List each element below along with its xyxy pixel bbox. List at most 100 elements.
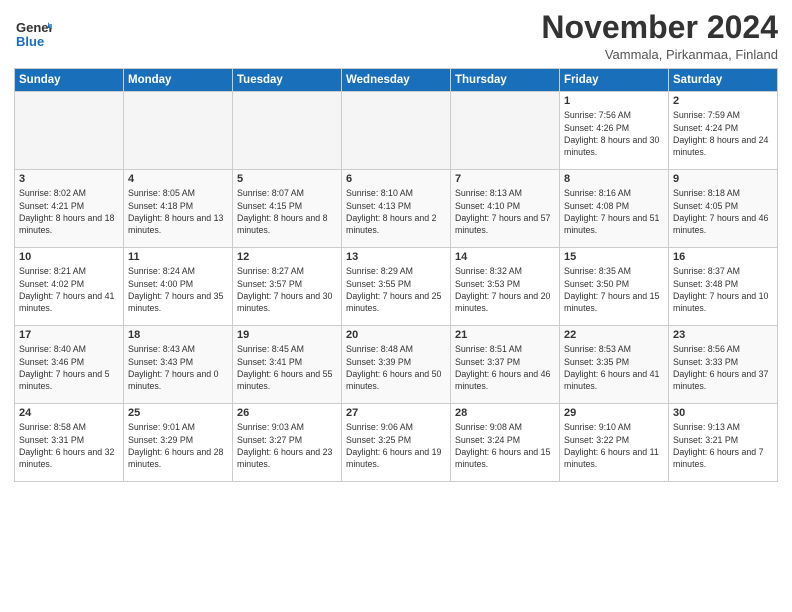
day-info: Sunrise: 8:43 AM Sunset: 3:43 PM Dayligh…	[128, 343, 228, 392]
calendar-cell	[342, 92, 451, 170]
day-info: Sunrise: 8:45 AM Sunset: 3:41 PM Dayligh…	[237, 343, 337, 392]
day-number: 26	[237, 407, 337, 419]
title-block: November 2024 Vammala, Pirkanmaa, Finlan…	[541, 10, 778, 62]
logo: General Blue	[14, 14, 52, 57]
calendar-cell: 29 Sunrise: 9:10 AM Sunset: 3:22 PM Dayli…	[560, 404, 669, 482]
calendar-table: Sunday Monday Tuesday Wednesday Thursday…	[14, 68, 778, 482]
day-number: 25	[128, 407, 228, 419]
calendar-cell: 16Sunrise: 8:37 AM Sunset: 3:48 PM Dayli…	[669, 248, 778, 326]
day-info: Sunrise: 8:48 AM Sunset: 3:39 PM Dayligh…	[346, 343, 446, 392]
day-number: 20	[346, 329, 446, 341]
calendar-cell: 19 Sunrise: 8:45 AM Sunset: 3:41 PM Dayli…	[233, 326, 342, 404]
header-saturday: Saturday	[669, 69, 778, 92]
day-info: Sunrise: 9:10 AM Sunset: 3:22 PM Dayligh…	[564, 421, 664, 470]
day-info: Sunrise: 8:02 AM Sunset: 4:21 PM Dayligh…	[19, 187, 119, 236]
header-monday: Monday	[124, 69, 233, 92]
logo-icon: General Blue	[14, 14, 52, 52]
calendar-cell: 30 Sunrise: 9:13 AM Sunset: 3:21 PM Dayli…	[669, 404, 778, 482]
day-number: 28	[455, 407, 555, 419]
calendar-cell: 9 Sunrise: 8:18 AM Sunset: 4:05 PM Daylig…	[669, 170, 778, 248]
calendar-week-2: 10 Sunrise: 8:21 AM Sunset: 4:02 PM Dayli…	[15, 248, 778, 326]
calendar-cell: 23 Sunrise: 8:56 AM Sunset: 3:33 PM Dayli…	[669, 326, 778, 404]
day-info: Sunrise: 8:24 AM Sunset: 4:00 PM Dayligh…	[128, 265, 228, 314]
day-number: 29	[564, 407, 664, 419]
day-info: Sunrise: 9:01 AM Sunset: 3:29 PM Dayligh…	[128, 421, 228, 470]
day-info: Sunrise: 8:53 AM Sunset: 3:35 PM Dayligh…	[564, 343, 664, 392]
month-title: November 2024	[541, 10, 778, 45]
calendar-cell: 7Sunrise: 8:13 AM Sunset: 4:10 PM Daylig…	[451, 170, 560, 248]
calendar-cell: 1Sunrise: 7:56 AM Sunset: 4:26 PM Daylig…	[560, 92, 669, 170]
calendar-cell: 17 Sunrise: 8:40 AM Sunset: 3:46 PM Dayli…	[15, 326, 124, 404]
day-info: Sunrise: 8:16 AM Sunset: 4:08 PM Dayligh…	[564, 187, 664, 236]
day-number: 9	[673, 173, 773, 185]
calendar-cell: 15 Sunrise: 8:35 AM Sunset: 3:50 PM Dayli…	[560, 248, 669, 326]
day-number: 2	[673, 95, 773, 107]
day-number: 18	[128, 329, 228, 341]
calendar-cell: 13 Sunrise: 8:29 AM Sunset: 3:55 PM Dayli…	[342, 248, 451, 326]
svg-text:General: General	[16, 20, 52, 35]
header-friday: Friday	[560, 69, 669, 92]
calendar-cell: 21 Sunrise: 8:51 AM Sunset: 3:37 PM Dayli…	[451, 326, 560, 404]
calendar-cell: 14Sunrise: 8:32 AM Sunset: 3:53 PM Dayli…	[451, 248, 560, 326]
day-number: 10	[19, 251, 119, 263]
day-number: 21	[455, 329, 555, 341]
day-info: Sunrise: 8:29 AM Sunset: 3:55 PM Dayligh…	[346, 265, 446, 314]
day-number: 5	[237, 173, 337, 185]
day-number: 15	[564, 251, 664, 263]
day-info: Sunrise: 8:27 AM Sunset: 3:57 PM Dayligh…	[237, 265, 337, 314]
calendar-cell: 20 Sunrise: 8:48 AM Sunset: 3:39 PM Dayli…	[342, 326, 451, 404]
calendar-cell: 6Sunrise: 8:10 AM Sunset: 4:13 PM Daylig…	[342, 170, 451, 248]
calendar-cell	[451, 92, 560, 170]
calendar-week-1: 3 Sunrise: 8:02 AM Sunset: 4:21 PM Daylig…	[15, 170, 778, 248]
day-info: Sunrise: 8:58 AM Sunset: 3:31 PM Dayligh…	[19, 421, 119, 470]
page: General Blue November 2024 Vammala, Pirk…	[0, 0, 792, 612]
calendar-week-3: 17 Sunrise: 8:40 AM Sunset: 3:46 PM Dayli…	[15, 326, 778, 404]
day-info: Sunrise: 8:07 AM Sunset: 4:15 PM Dayligh…	[237, 187, 337, 236]
day-info: Sunrise: 8:10 AM Sunset: 4:13 PM Dayligh…	[346, 187, 446, 236]
calendar-cell: 18 Sunrise: 8:43 AM Sunset: 3:43 PM Dayli…	[124, 326, 233, 404]
calendar-cell: 5 Sunrise: 8:07 AM Sunset: 4:15 PM Daylig…	[233, 170, 342, 248]
header-thursday: Thursday	[451, 69, 560, 92]
calendar-cell: 28 Sunrise: 9:08 AM Sunset: 3:24 PM Dayli…	[451, 404, 560, 482]
day-info: Sunrise: 8:37 AM Sunset: 3:48 PM Dayligh…	[673, 265, 773, 314]
calendar-cell: 8Sunrise: 8:16 AM Sunset: 4:08 PM Daylig…	[560, 170, 669, 248]
day-info: Sunrise: 8:21 AM Sunset: 4:02 PM Dayligh…	[19, 265, 119, 314]
day-number: 17	[19, 329, 119, 341]
calendar-header-row: Sunday Monday Tuesday Wednesday Thursday…	[15, 69, 778, 92]
day-number: 30	[673, 407, 773, 419]
day-info: Sunrise: 9:13 AM Sunset: 3:21 PM Dayligh…	[673, 421, 773, 470]
day-info: Sunrise: 8:35 AM Sunset: 3:50 PM Dayligh…	[564, 265, 664, 314]
day-number: 3	[19, 173, 119, 185]
day-info: Sunrise: 9:08 AM Sunset: 3:24 PM Dayligh…	[455, 421, 555, 470]
svg-text:Blue: Blue	[16, 34, 44, 49]
day-info: Sunrise: 8:56 AM Sunset: 3:33 PM Dayligh…	[673, 343, 773, 392]
calendar-week-0: 1Sunrise: 7:56 AM Sunset: 4:26 PM Daylig…	[15, 92, 778, 170]
day-info: Sunrise: 8:18 AM Sunset: 4:05 PM Dayligh…	[673, 187, 773, 236]
calendar-week-4: 24Sunrise: 8:58 AM Sunset: 3:31 PM Dayli…	[15, 404, 778, 482]
calendar-cell	[233, 92, 342, 170]
calendar-cell: 24Sunrise: 8:58 AM Sunset: 3:31 PM Dayli…	[15, 404, 124, 482]
day-info: Sunrise: 9:03 AM Sunset: 3:27 PM Dayligh…	[237, 421, 337, 470]
day-number: 13	[346, 251, 446, 263]
location: Vammala, Pirkanmaa, Finland	[541, 47, 778, 62]
calendar-cell	[15, 92, 124, 170]
calendar-cell	[124, 92, 233, 170]
day-number: 22	[564, 329, 664, 341]
header-sunday: Sunday	[15, 69, 124, 92]
day-info: Sunrise: 8:40 AM Sunset: 3:46 PM Dayligh…	[19, 343, 119, 392]
day-number: 27	[346, 407, 446, 419]
day-number: 11	[128, 251, 228, 263]
calendar-cell: 10 Sunrise: 8:21 AM Sunset: 4:02 PM Dayli…	[15, 248, 124, 326]
day-number: 1	[564, 95, 664, 107]
header-tuesday: Tuesday	[233, 69, 342, 92]
calendar-cell: 3 Sunrise: 8:02 AM Sunset: 4:21 PM Daylig…	[15, 170, 124, 248]
day-number: 19	[237, 329, 337, 341]
day-info: Sunrise: 8:13 AM Sunset: 4:10 PM Dayligh…	[455, 187, 555, 236]
day-number: 4	[128, 173, 228, 185]
day-number: 23	[673, 329, 773, 341]
calendar-cell: 2Sunrise: 7:59 AM Sunset: 4:24 PM Daylig…	[669, 92, 778, 170]
day-info: Sunrise: 9:06 AM Sunset: 3:25 PM Dayligh…	[346, 421, 446, 470]
calendar-cell: 25 Sunrise: 9:01 AM Sunset: 3:29 PM Dayli…	[124, 404, 233, 482]
day-info: Sunrise: 8:51 AM Sunset: 3:37 PM Dayligh…	[455, 343, 555, 392]
day-number: 12	[237, 251, 337, 263]
